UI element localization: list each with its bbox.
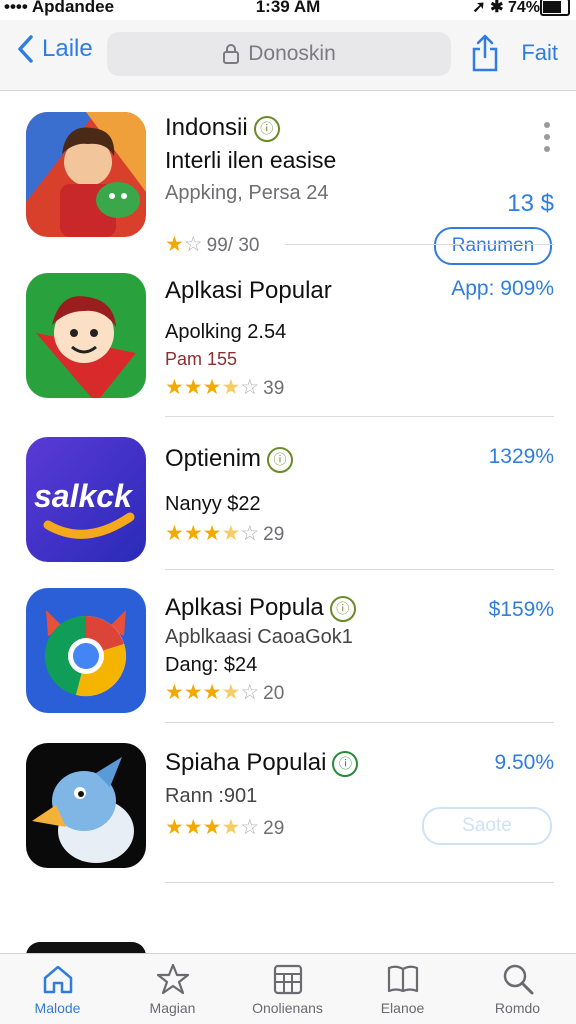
- star-rating: ★★★★☆ 29: [165, 522, 285, 545]
- battery-icon: [540, 0, 570, 16]
- app-title: Aplkasi Popula ⓘ: [165, 594, 356, 622]
- app-title: Optienim ⓘ: [165, 445, 294, 473]
- app-icon: [26, 743, 146, 868]
- get-button[interactable]: Saote: [422, 807, 552, 845]
- tab-featured[interactable]: Magian: [115, 962, 230, 1016]
- app-subtitle: Apolking 2.54: [165, 321, 287, 343]
- app-meta: Pam 155: [165, 349, 238, 369]
- share-icon[interactable]: [470, 33, 500, 73]
- app-price: 9.50%: [494, 751, 554, 774]
- tab-search[interactable]: Romdo: [460, 962, 575, 1016]
- star-icon: [156, 963, 189, 995]
- home-icon: [43, 965, 72, 994]
- app-icon: [26, 112, 146, 237]
- app-meta: Dang: $24: [165, 654, 258, 676]
- star-rating: ★★★★☆ 39: [165, 376, 285, 399]
- back-button[interactable]: Laile: [16, 34, 93, 64]
- verified-badge-icon: ⓘ: [332, 750, 359, 777]
- app-icon: [26, 588, 146, 713]
- verified-badge-icon: ⓘ: [329, 595, 356, 622]
- search-field[interactable]: Donoskin: [107, 32, 451, 76]
- app-title: Aplkasi Popular: [165, 277, 332, 304]
- app-icon: salkck: [26, 437, 146, 562]
- back-label: Laile: [42, 35, 93, 62]
- battery-percent: ➚ ✱ 74%: [472, 0, 540, 16]
- search-icon: [503, 964, 533, 995]
- tab-home[interactable]: Malode: [0, 962, 115, 1016]
- app-icon: [26, 273, 146, 398]
- navigation-bar: Laile Donoskin Fait: [0, 20, 576, 91]
- app-price: $159%: [488, 598, 554, 621]
- icon-wordmark: salkck: [34, 478, 134, 514]
- app-list: Indonsii ⓘ Interli ilen easise Appking, P…: [0, 92, 576, 883]
- done-button[interactable]: Fait: [521, 40, 558, 66]
- status-bar: •••• Apdandee 1:39 AM ➚ ✱ 74%: [0, 0, 576, 20]
- book-icon: [387, 965, 418, 993]
- verified-badge-icon: ⓘ: [253, 115, 280, 142]
- grid-icon: [273, 964, 302, 995]
- verified-badge-icon: ⓘ: [267, 446, 294, 473]
- tab-library[interactable]: Elanoe: [345, 962, 460, 1016]
- app-price: 13 $: [507, 190, 554, 217]
- app-subtitle: Rann :901: [165, 785, 258, 807]
- app-meta: Appking, Persa 24: [165, 182, 329, 204]
- app-title: Spiaha Populai ⓘ: [165, 749, 359, 777]
- list-item[interactable]: Spiaha Populai ⓘ Rann :901 ★★★★☆ 29 9.50% …: [0, 723, 576, 883]
- tab-categories[interactable]: Onolienans: [230, 962, 345, 1016]
- more-options-icon[interactable]: [544, 122, 550, 158]
- app-subtitle: Apblkaasi CaoaGok1: [165, 626, 353, 648]
- list-item[interactable]: salkck Optienim ⓘ Nanyy $22 ★★★★☆ 29 1329%: [0, 417, 576, 570]
- list-item[interactable]: Aplkasi Popular Apolking 2.54 Pam 155 ★★…: [0, 245, 576, 417]
- list-item[interactable]: Aplkasi Popula ⓘ Apblkaasi CaoaGok1 Dang:…: [0, 570, 576, 723]
- app-title: Indonsii ⓘ: [165, 114, 280, 142]
- app-subtitle: Interli ilen easise: [165, 147, 337, 173]
- star-rating: ★★★★☆ 20: [165, 681, 285, 704]
- lock-icon: [223, 44, 240, 64]
- chevron-left-icon: [18, 35, 33, 63]
- app-price: App: 909%: [451, 277, 554, 300]
- app-subtitle: Nanyy $22: [165, 493, 261, 515]
- app-price: 1329%: [488, 445, 554, 468]
- star-rating: ★★★★☆ 29: [165, 816, 285, 839]
- list-item[interactable]: Indonsii ⓘ Interli ilen easise Appking, P…: [0, 92, 576, 265]
- tab-bar: Malode Magian Onolienans Elanoe Romdo: [0, 953, 576, 1024]
- search-text: Donoskin: [248, 42, 336, 65]
